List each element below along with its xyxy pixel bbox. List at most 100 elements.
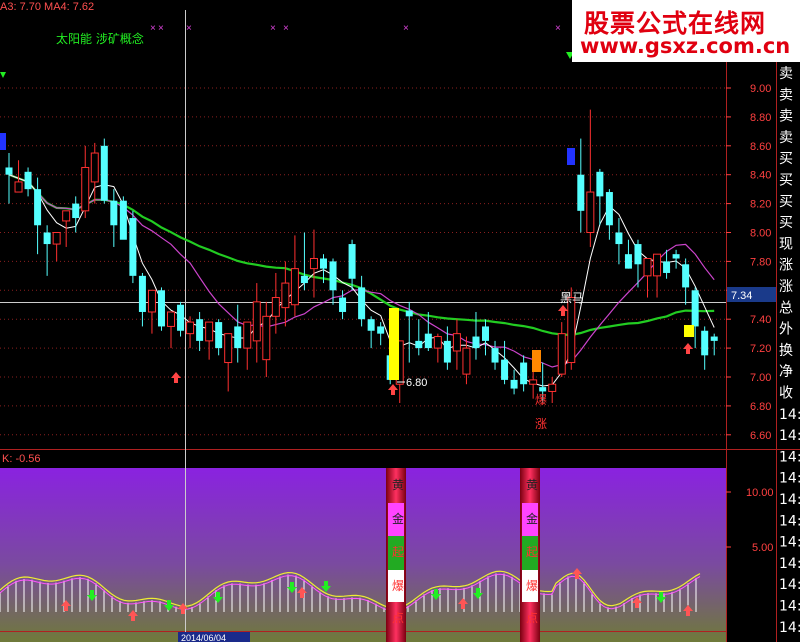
sell-arrow-stem	[167, 600, 171, 605]
indicator-tick-10: 10.00	[746, 487, 774, 499]
candle-body-up	[557, 333, 566, 375]
order-panel-label: 14:	[779, 556, 800, 572]
price-tick-label: 7.00	[750, 372, 771, 384]
candle-body-up	[224, 333, 233, 364]
x-marker: ×	[150, 23, 156, 34]
candle-body-down	[329, 261, 337, 291]
x-marker: ×	[555, 23, 561, 34]
order-panel-label: 买	[779, 194, 793, 210]
candle-body-up	[643, 258, 652, 277]
candle-body-down	[177, 304, 185, 331]
top-x-markers: × × × × × × ×	[150, 23, 561, 34]
order-panel-label: 14:	[779, 492, 800, 508]
order-panel-label: 涨	[779, 279, 793, 295]
concept-tags: 太阳能 涉矿概念	[56, 31, 144, 46]
order-panel-label: 14:	[779, 407, 800, 423]
order-panel-label: 外	[779, 322, 793, 338]
date-label: 2014/06/04	[181, 633, 226, 642]
buy-arrow	[171, 372, 181, 383]
x-marker: ×	[158, 23, 164, 34]
candle-body-up	[281, 282, 290, 309]
sell-arrow-stem	[434, 589, 438, 594]
signal-char: 爆	[392, 579, 404, 593]
heima-label: 黑马	[560, 291, 584, 305]
candle-body-up	[462, 347, 471, 375]
candle-body-down	[501, 359, 509, 380]
candle-body-up	[186, 321, 195, 335]
candle-body-down	[100, 145, 108, 201]
candle-body-down	[520, 362, 528, 385]
indicator-background	[0, 468, 726, 642]
order-panel-label: 卖	[779, 130, 793, 146]
sell-arrow-stem	[476, 588, 480, 593]
x-marker: ×	[186, 23, 192, 34]
signal-char: 黄	[526, 478, 538, 492]
candle-body-down	[482, 326, 489, 341]
order-panel-label: 14:	[779, 535, 800, 551]
candle-body-down	[339, 297, 347, 312]
candle-body-up	[262, 315, 271, 361]
candles	[5, 109, 718, 404]
price-tick-label: 8.40	[750, 170, 771, 182]
candle-body-up	[90, 152, 99, 183]
blue-candle-marker	[567, 148, 575, 165]
price-grid	[0, 87, 726, 436]
candle-body-down	[415, 340, 423, 349]
order-panel-label: 收	[779, 386, 793, 402]
current-price-value: 7.34	[731, 290, 752, 302]
candle-body-down	[443, 340, 451, 363]
order-panel-label: 14:	[779, 449, 800, 465]
candle-body-down	[358, 287, 366, 320]
candle-body-up	[14, 181, 23, 193]
candle-body-up	[433, 336, 442, 349]
candle-body-up	[309, 258, 318, 270]
candle-body-down	[377, 326, 385, 334]
candle-body-down	[348, 244, 356, 279]
buy-arrows	[171, 305, 693, 395]
price-axis: 9.008.808.608.408.208.007.807.607.407.20…	[726, 83, 771, 442]
indicator-label: K: -0.56	[2, 453, 41, 465]
order-panel-label: 换	[779, 342, 793, 359]
candle-body-down	[157, 290, 165, 327]
candle-body-up	[452, 333, 461, 352]
candle-body-down	[319, 258, 327, 269]
candle-body-down	[110, 200, 118, 226]
price-tick-label: 7.40	[750, 314, 771, 326]
signal-char: 点	[526, 611, 538, 625]
signal-bar-yellow	[389, 308, 399, 380]
candle-body-down	[43, 232, 51, 245]
order-panel-label: 涨	[779, 258, 793, 274]
order-panel-label: 买	[779, 173, 793, 189]
sell-arrow-stem	[324, 581, 328, 586]
candle-body-down	[672, 254, 680, 259]
sell-arrow-stem	[290, 582, 294, 587]
price-tick-label: 7.80	[750, 256, 771, 268]
candle-body-down	[491, 348, 499, 363]
order-panel: 卖卖卖卖买买买买现涨涨总外换净收14:14:14:14:14:14:14:14:…	[779, 66, 800, 636]
candle-body-up	[243, 321, 252, 349]
buy-arrow	[558, 305, 568, 316]
sell-arrow-left	[0, 72, 6, 78]
candle-body-up	[252, 301, 261, 342]
candle-body-down	[72, 203, 80, 219]
x-marker: ×	[283, 23, 289, 34]
price-tick-label: 8.20	[750, 199, 771, 211]
watermark: 股票公式在线网 www.gsxz.com.cn	[572, 0, 800, 62]
order-panel-label: 14:	[779, 428, 800, 444]
candle-body-down	[234, 326, 242, 349]
x-marker: ×	[403, 23, 409, 34]
candle-body-up	[529, 379, 538, 385]
sell-arrow-stem	[216, 592, 220, 597]
signal-char: 金	[526, 511, 538, 526]
price-tick-label: 7.20	[750, 343, 771, 355]
price-tick-label: 9.00	[750, 83, 771, 95]
stock-chart: 6.80 A3: 7.70 MA4: 7.62 太阳能 涉矿概念 × × × × × × ×…	[0, 0, 800, 642]
low-price-label: 6.80	[406, 377, 427, 389]
candle-body-up	[653, 253, 662, 277]
ma-values-text: A3: 7.70 MA4: 7.62	[0, 1, 94, 13]
candle-body-down	[138, 275, 146, 312]
candle-body-down	[300, 275, 308, 284]
candle-body-up	[586, 191, 595, 233]
candle-body-down	[215, 322, 223, 349]
bao-label: 爆	[535, 393, 547, 407]
